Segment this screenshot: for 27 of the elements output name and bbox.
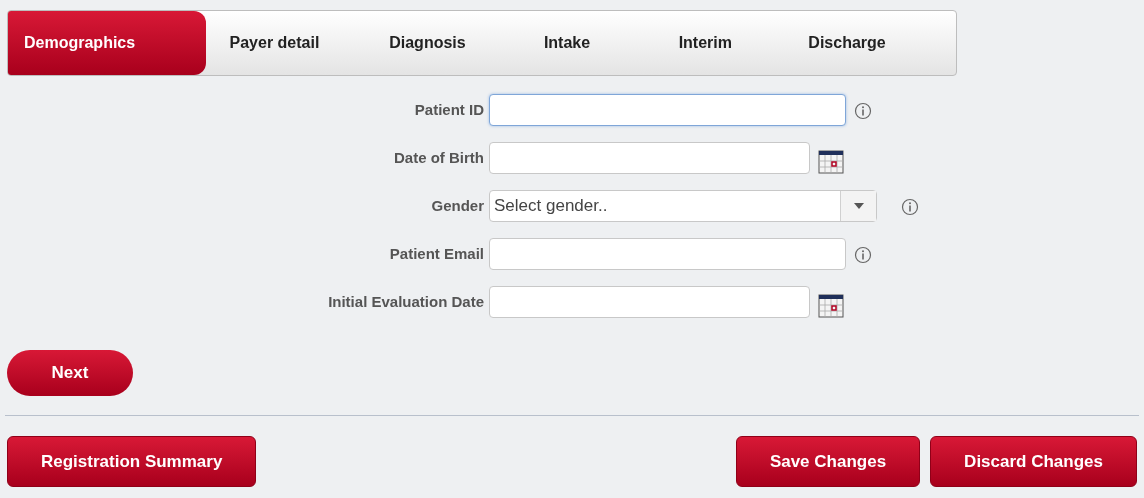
info-icon[interactable] <box>901 198 919 216</box>
field-label: Patient Email <box>388 244 485 264</box>
select-placeholder: Select gender.. <box>493 195 609 218</box>
field-label: Initial Evaluation Date <box>327 292 485 312</box>
gender-select[interactable]: Select gender.. <box>489 190 877 222</box>
date-field[interactable] <box>489 286 810 318</box>
step-tab[interactable]: Diagnosis <box>365 11 520 75</box>
step-tab[interactable]: Interim <box>654 11 785 75</box>
text-field[interactable] <box>489 238 846 270</box>
text-field[interactable] <box>489 94 846 126</box>
field-label: Gender <box>430 196 485 216</box>
date-field[interactable] <box>489 142 810 174</box>
step-tab[interactable]: Intake <box>519 11 655 75</box>
step-tab[interactable]: Payer detail <box>205 11 366 75</box>
info-icon[interactable] <box>854 102 872 120</box>
calendar-icon[interactable] <box>818 150 844 174</box>
dropdown-caret-icon[interactable] <box>840 191 876 221</box>
calendar-icon[interactable] <box>818 294 844 318</box>
action-button[interactable]: Discard Changes <box>930 436 1137 487</box>
next-button[interactable]: Next <box>7 350 133 396</box>
field-label: Date of Birth <box>393 148 485 168</box>
step-tab[interactable]: Discharge <box>784 11 956 75</box>
step-tab[interactable]: Demographics <box>8 11 206 75</box>
action-button[interactable]: Registration Summary <box>7 436 257 487</box>
action-button[interactable]: Save Changes <box>735 436 921 487</box>
info-icon[interactable] <box>854 246 872 264</box>
field-label: Patient ID <box>413 100 485 120</box>
